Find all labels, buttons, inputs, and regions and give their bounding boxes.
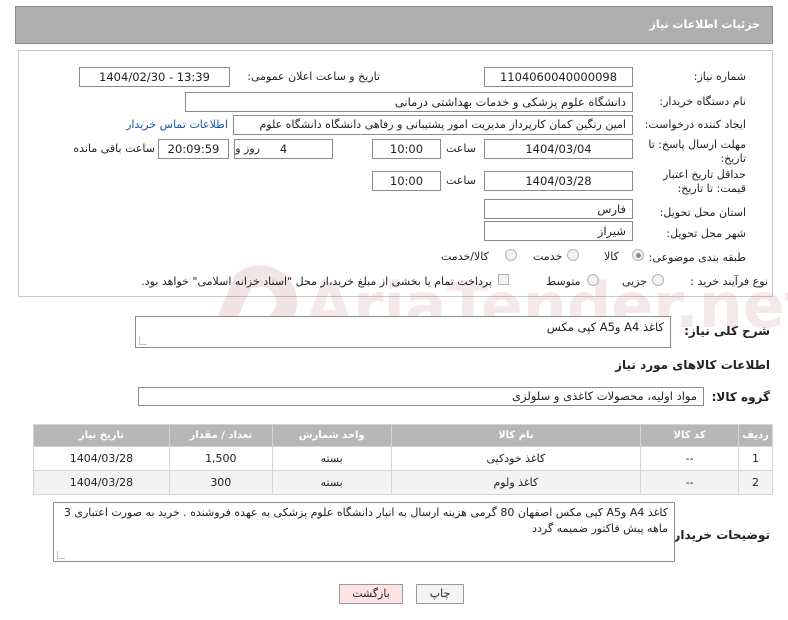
treasury-payment-checkbox[interactable] [498, 274, 509, 285]
remaining-time-field: 20:09:59 [158, 139, 229, 159]
creator-label: ایجاد کننده درخواست: [644, 118, 746, 131]
reply-deadline-label: مهلت ارسال پاسخ: تا تاریخ: [648, 138, 746, 165]
summary-label: شرح کلی نیاز: [684, 324, 770, 338]
category-radio-goods[interactable] [632, 249, 644, 261]
process-option-medium: متوسط [546, 275, 581, 288]
back-button[interactable]: بازگشت [339, 584, 403, 604]
goods-group-field: مواد اولیه، محصولات کاغذی و سلولزی [138, 387, 704, 406]
col-header-code: کد کالا [640, 424, 740, 447]
summary-text: کاغذ A4 وA5 کپی مکس [546, 320, 664, 334]
days-label: روز و [235, 142, 260, 155]
process-radio-minor[interactable] [652, 274, 664, 286]
category-option-goods-service: کالا/خدمت [441, 250, 489, 263]
buyer-notes-label: توضیحات خریدار: [668, 528, 770, 542]
table-row: 1 -- کاغذ خودکپی بسته 1,500 1404/03/28 [33, 446, 773, 471]
cell-code: -- [640, 446, 740, 471]
table-header-row: ردیف کد کالا نام کالا واحد شمارش تعداد /… [33, 424, 773, 447]
validity-date-field: 1404/03/28 [484, 171, 633, 191]
need-number-field: 1104060040000098 [484, 67, 633, 87]
category-option-goods: کالا [604, 250, 619, 263]
price-validity-label: حداقل تاریخ اعتبار قیمت: تا تاریخ: [662, 168, 746, 195]
summary-field[interactable]: کاغذ A4 وA5 کپی مکس [135, 316, 671, 348]
process-radio-medium[interactable] [587, 274, 599, 286]
announce-label: تاریخ و ساعت اعلان عمومی: [247, 70, 380, 83]
need-number-label: شماره نیاز: [693, 70, 746, 83]
treasury-payment-note: پرداخت تمام یا بخشی از مبلغ خرید،از محل … [141, 275, 492, 288]
page-header: جزئیات اطلاعات نیاز [15, 6, 773, 44]
cell-quantity: 1,500 [168, 446, 273, 471]
category-radio-service[interactable] [567, 249, 579, 261]
page-title: جزئیات اطلاعات نیاز [649, 18, 761, 31]
category-radio-goods-service[interactable] [505, 249, 517, 261]
province-field: فارس [484, 199, 633, 219]
items-table: ردیف کد کالا نام کالا واحد شمارش تعداد /… [33, 424, 773, 495]
buyer-notes-text: کاغذ A4 وA5 کپی مکس اصفهان 80 گرمی هزینه… [63, 506, 668, 535]
col-header-row-number: ردیف [738, 424, 773, 447]
resize-handle-icon[interactable] [57, 551, 65, 559]
cell-unit: بسته [271, 446, 392, 471]
cell-quantity: 300 [168, 470, 273, 495]
remaining-label: ساعت باقی مانده [73, 142, 155, 155]
category-label: طبقه بندی موضوعی: [648, 251, 746, 264]
items-table-wrap: ردیف کد کالا نام کالا واحد شمارش تعداد /… [33, 424, 773, 495]
reply-time-label: ساعت [446, 142, 476, 155]
table-row: 2 -- کاغذ ولوم بسته 300 1404/03/28 [33, 470, 773, 495]
goods-group-label: گروه کالا: [711, 390, 770, 404]
cell-unit: بسته [271, 470, 392, 495]
reply-time-field: 10:00 [372, 139, 441, 159]
process-option-minor: جزیی [622, 275, 648, 288]
cell-name: کاغذ خودکپی [390, 446, 642, 471]
province-label: استان محل تحویل: [659, 206, 746, 219]
cell-row-number: 2 [738, 470, 773, 495]
process-label: نوع فرآیند خرید : [690, 275, 768, 288]
buyer-org-field: دانشگاه علوم پزشکی و خدمات بهداشتی درمان… [185, 92, 633, 112]
cell-date: 1404/03/28 [33, 470, 170, 495]
cell-code: -- [640, 470, 740, 495]
cell-name: کاغذ ولوم [390, 470, 642, 495]
col-header-unit: واحد شمارش [271, 424, 392, 447]
cell-date: 1404/03/28 [33, 446, 170, 471]
print-button[interactable]: چاپ [416, 584, 464, 604]
buyer-org-label: نام دستگاه خریدار: [659, 95, 746, 108]
city-field: شیراز [484, 221, 633, 241]
validity-time-label: ساعت [446, 174, 476, 187]
contact-buyer-link[interactable]: اطلاعات تماس خریدار [126, 118, 228, 131]
col-header-name: نام کالا [390, 424, 642, 447]
col-header-quantity: تعداد / مقدار [168, 424, 273, 447]
city-label: شهر محل تحویل: [666, 227, 746, 240]
reply-date-field: 1404/03/04 [484, 139, 633, 159]
col-header-date: تاریخ نیاز [33, 424, 170, 447]
cell-row-number: 1 [738, 446, 773, 471]
validity-time-field: 10:00 [372, 171, 441, 191]
goods-section-title: اطلاعات کالاهای مورد نیاز [615, 358, 770, 372]
resize-handle-icon[interactable] [139, 337, 147, 345]
category-option-service: خدمت [533, 250, 563, 263]
buyer-notes-field[interactable]: کاغذ A4 وA5 کپی مکس اصفهان 80 گرمی هزینه… [53, 502, 675, 562]
announce-field: 1404/02/30 - 13:39 [79, 67, 230, 87]
creator-field: امین رنگین کمان کارپرداز مدیریت امور پشت… [233, 115, 633, 135]
